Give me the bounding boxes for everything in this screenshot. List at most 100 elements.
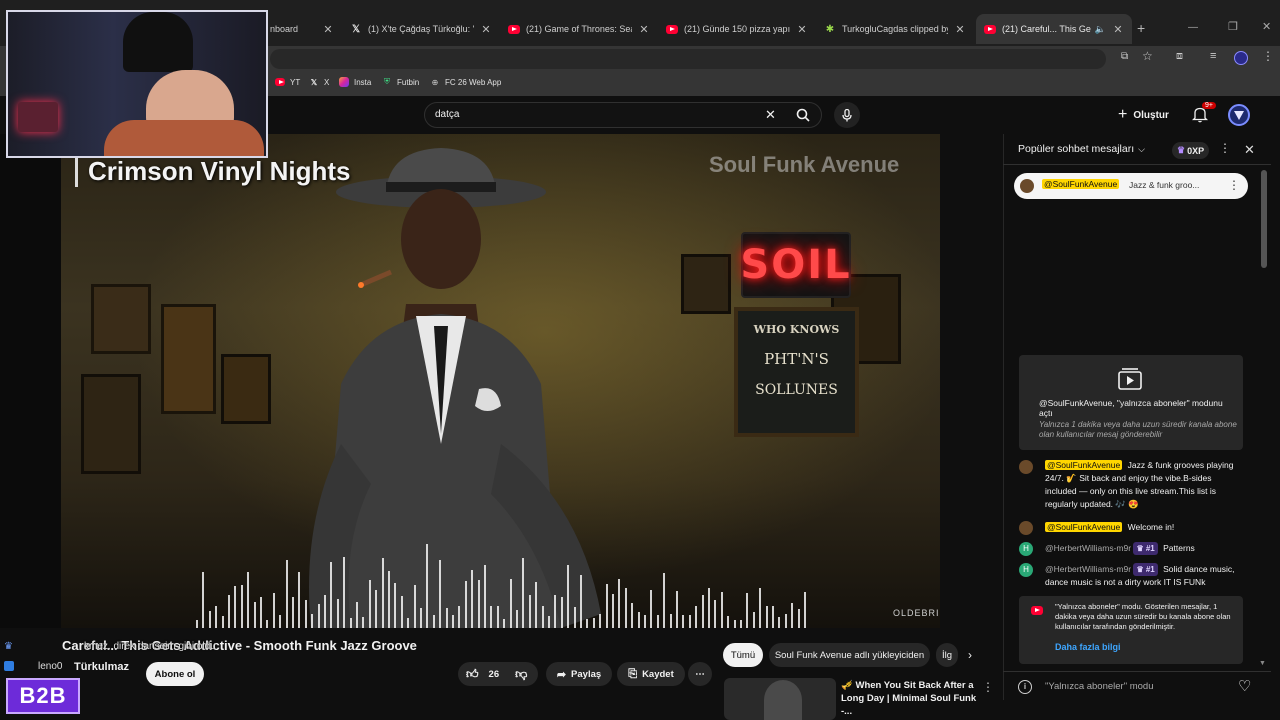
chat-scrollbar[interactable] — [1261, 170, 1267, 268]
bookmark-label: Insta — [354, 77, 372, 87]
profile-avatar[interactable] — [1234, 51, 1248, 65]
minimize-icon[interactable]: — — [1188, 22, 1198, 33]
thumbs-down-icon[interactable]: 👎︎ — [515, 667, 527, 682]
visualizer-bar — [304, 600, 307, 628]
browser-tab[interactable]: ✱ TurkogluCagdas clipped by Tur ✕ — [816, 14, 974, 44]
visualizer-bar — [343, 557, 346, 628]
browser-tab[interactable]: nboard ✕ — [262, 14, 342, 44]
rec-title-line: Long Day | Minimal Soul Funk -... — [841, 693, 977, 717]
futbin-icon: ⛨ — [384, 77, 390, 86]
bookmark-star-icon[interactable]: ☆ — [1142, 49, 1153, 63]
bookmark-label: Futbin — [397, 77, 420, 87]
thumbs-up-icon[interactable]: 👍︎ — [466, 667, 479, 682]
tab-close-icon[interactable]: ✕ — [796, 23, 808, 36]
visualizer-bar — [458, 606, 461, 628]
voice-search-button[interactable] — [834, 102, 860, 128]
clear-search-icon[interactable]: ✕ — [765, 107, 776, 123]
tab-label: (21) Game of Thrones: Season — [526, 24, 632, 34]
bookmark-insta[interactable]: Insta — [339, 77, 371, 87]
pinned-text: Jazz & funk groo... — [1129, 180, 1200, 190]
info-icon[interactable]: i — [1018, 680, 1032, 694]
visualizer-bar — [663, 573, 666, 628]
tab-close-icon[interactable]: ✕ — [322, 23, 334, 36]
search-box[interactable]: ✕ — [424, 102, 822, 128]
bookmark-yt[interactable]: YT — [275, 77, 300, 87]
chat-message[interactable]: @SoulFunkAvenue Welcome in! — [1045, 521, 1245, 534]
overlay-username: leno0 — [38, 661, 63, 672]
notifications-button[interactable]: 9+ — [1191, 102, 1216, 128]
browser-tab[interactable]: (21) Günde 150 pizza yapıp dü ✕ — [658, 14, 816, 44]
filter-chip-all[interactable]: Tümü — [723, 643, 763, 667]
visualizer-bar — [202, 572, 205, 628]
url-field[interactable] — [270, 49, 1106, 69]
share-button[interactable]: ➦ Paylaş — [546, 662, 612, 686]
channel-name[interactable]: Türkulmaz — [74, 661, 129, 673]
xp-badge[interactable]: ♛ 0XP — [1172, 142, 1210, 159]
subscribe-button[interactable]: Abone ol — [146, 662, 204, 686]
browser-menu-icon[interactable]: ⋮ — [1262, 49, 1274, 63]
browser-tab[interactable]: 𝕏 (1) X'te Çağdaş Türkoğlu: "Şim ✕ — [342, 14, 500, 44]
tab-close-icon[interactable]: ✕ — [638, 23, 650, 36]
search-input[interactable] — [435, 109, 755, 120]
filter-chip-uploader[interactable]: Soul Funk Avenue adlı yükleyiciden — [769, 643, 930, 667]
visualizer-bar — [618, 579, 621, 628]
visualizer-bar — [599, 614, 602, 628]
chat-message[interactable]: @SoulFunkAvenue Jazz & funk grooves play… — [1045, 459, 1245, 511]
restore-icon[interactable]: ❐ — [1228, 20, 1238, 33]
visualizer-bar — [196, 620, 198, 628]
create-button[interactable]: + Oluştur — [1118, 104, 1169, 126]
learn-more-link[interactable]: Daha fazla bilgi — [1055, 642, 1121, 652]
new-tab-button[interactable]: + — [1137, 20, 1145, 36]
heart-icon[interactable]: ♡ — [1238, 677, 1251, 695]
browser-tab-active[interactable]: (21) Careful... This Gets Add 🔈 ✕ — [976, 14, 1132, 44]
chat-divider — [1003, 671, 1271, 672]
tab-close-icon[interactable]: ✕ — [1112, 23, 1124, 36]
search-button[interactable] — [784, 102, 822, 128]
media-control-icon[interactable]: ≡ — [1210, 50, 1216, 62]
speaker-icon[interactable]: 🔈 — [1095, 24, 1106, 35]
tab-close-icon[interactable]: ✕ — [954, 23, 966, 36]
visualizer-bar — [554, 595, 557, 628]
save-button[interactable]: ⎘ Kaydet — [617, 662, 685, 686]
close-chat-icon[interactable]: ✕ — [1244, 142, 1255, 158]
wall-frame — [681, 254, 731, 314]
filter-chip-related[interactable]: İlg — [936, 643, 958, 667]
chat-input-placeholder[interactable]: "Yalnızca aboneler" modu — [1045, 681, 1154, 692]
recommended-thumbnail[interactable] — [724, 678, 836, 720]
scroll-down-icon[interactable]: ▼ — [1259, 660, 1266, 667]
extensions-icon[interactable]: ⧈ — [1176, 50, 1183, 63]
bookmark-fc26[interactable]: ⊕ FC 26 Web App — [430, 77, 502, 87]
account-avatar[interactable] — [1228, 104, 1250, 126]
chat-mode-dropdown[interactable]: Popüler sohbet mesajları ⌵ — [1018, 143, 1145, 155]
x-logo-icon: 𝕏 — [310, 77, 318, 87]
recommended-title[interactable]: 🎺 When You Sit Back After a Long Day | M… — [841, 679, 981, 718]
visualizer-bar — [381, 558, 384, 628]
trumpet-icon: 🎺 — [841, 680, 853, 691]
visualizer-bar — [484, 565, 486, 628]
more-vertical-icon[interactable]: ⋮ — [1228, 178, 1240, 192]
wall-frame — [91, 284, 151, 354]
youtube-icon — [508, 23, 520, 35]
xp-value: 0XP — [1187, 145, 1205, 156]
video-player[interactable]: SOIL WHO KNOWS PHT'N'S SOLLUNES Soul Fun… — [61, 134, 940, 628]
bookmark-futbin[interactable]: ⛨ Futbin — [382, 77, 419, 87]
more-actions-button[interactable]: ⋯ — [688, 662, 712, 686]
bookmark-x[interactable]: 𝕏 X — [309, 77, 330, 87]
pinned-message[interactable]: @SoulFunkAvenue Jazz & funk groo... ⋮ — [1014, 173, 1248, 199]
chevron-right-icon[interactable]: › — [968, 648, 972, 662]
more-vertical-icon[interactable]: ⋮ — [982, 680, 994, 694]
install-app-icon[interactable]: ⧉ — [1121, 51, 1128, 62]
window-close-icon[interactable]: ✕ — [1262, 20, 1271, 33]
visualizer-bar — [317, 604, 320, 628]
message-author: @HerbertWilliams-m9r — [1045, 564, 1132, 574]
visualizer-bar — [727, 616, 730, 628]
chat-message[interactable]: @HerbertWilliams-m9r ♛ #1 Solid dance mu… — [1045, 563, 1245, 589]
visualizer-bar — [586, 619, 589, 628]
chalkboard-line: WHO KNOWS — [753, 323, 840, 336]
youtube-icon — [666, 23, 678, 35]
browser-tab[interactable]: (21) Game of Thrones: Season ✕ — [500, 14, 658, 44]
chat-message[interactable]: @HerbertWilliams-m9r ♛ #1 Patterns — [1045, 542, 1250, 555]
tab-close-icon[interactable]: ✕ — [480, 23, 492, 36]
chat-menu-icon[interactable]: ⋮ — [1219, 141, 1231, 155]
youtube-icon — [1031, 606, 1043, 615]
